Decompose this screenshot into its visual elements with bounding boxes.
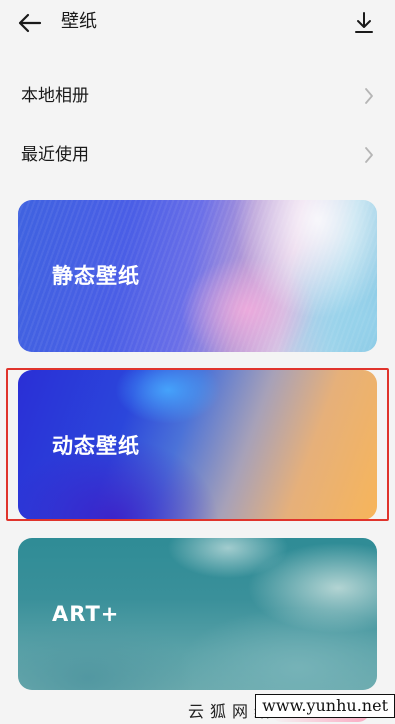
chevron-right-icon xyxy=(365,88,373,104)
chevron-right-icon xyxy=(365,147,373,163)
card-dynamic-wallpaper[interactable]: 动态壁纸 xyxy=(18,370,377,520)
download-icon xyxy=(355,12,373,33)
card-art-plus[interactable]: ART+ xyxy=(18,538,377,690)
row-local-album[interactable]: 本地相册 xyxy=(0,72,395,120)
watermark: 云狐网络 www.yunhu.net xyxy=(180,694,395,724)
card-label: 静态壁纸 xyxy=(52,264,140,288)
card-static-wallpaper[interactable]: 静态壁纸 xyxy=(18,200,377,352)
page-title: 壁纸 xyxy=(61,11,97,32)
row-recently-used[interactable]: 最近使用 xyxy=(0,131,395,179)
card-label: ART+ xyxy=(52,602,120,626)
watermark-url: www.yunhu.net xyxy=(255,694,395,718)
download-button[interactable] xyxy=(349,8,379,38)
back-button[interactable] xyxy=(14,8,46,38)
top-bar: 壁纸 xyxy=(0,0,395,48)
arrow-left-icon xyxy=(18,13,42,33)
row-label: 最近使用 xyxy=(21,145,89,165)
card-label: 动态壁纸 xyxy=(52,434,140,458)
row-label: 本地相册 xyxy=(21,86,89,106)
